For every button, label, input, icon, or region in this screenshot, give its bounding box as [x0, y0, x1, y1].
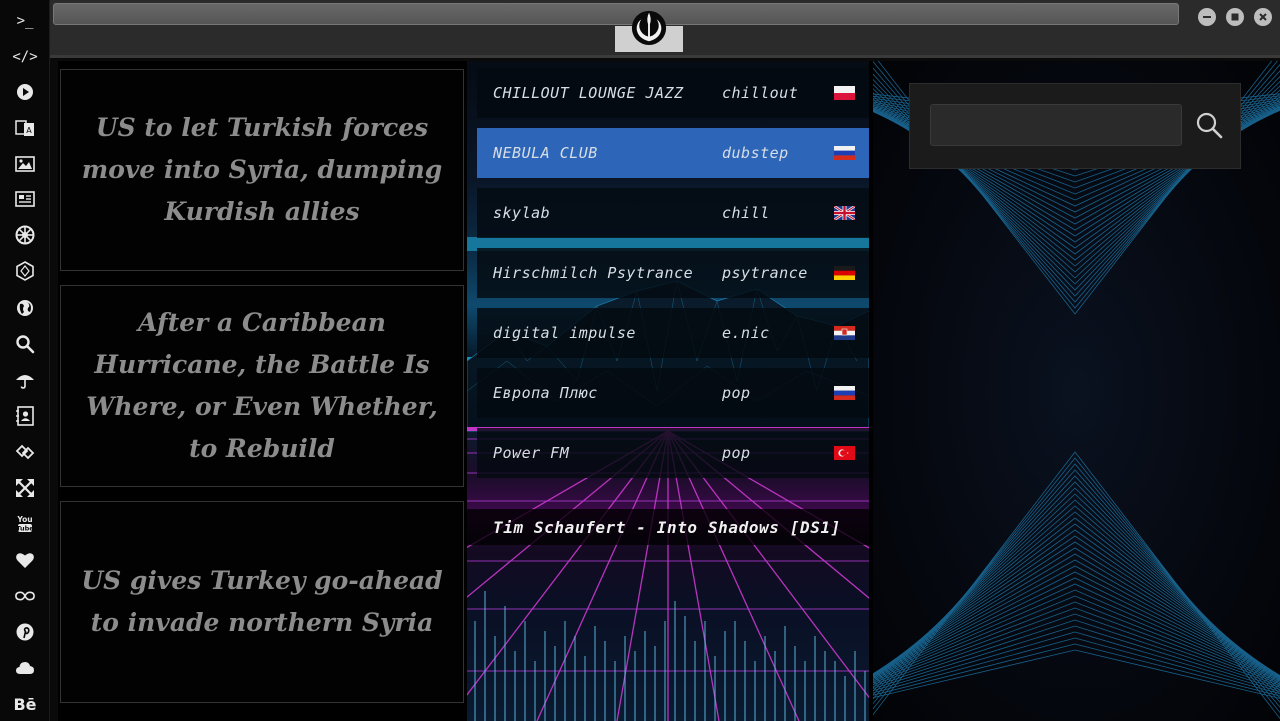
terminal-icon[interactable]: >_ — [0, 6, 50, 36]
minimize-icon[interactable] — [1198, 8, 1216, 26]
station-name: digital impulse — [493, 324, 636, 342]
close-icon[interactable] — [1254, 8, 1272, 26]
image-icon[interactable] — [0, 149, 50, 179]
search-box — [909, 83, 1241, 169]
main-area: US to let Turkish forces move into Syria… — [58, 61, 1280, 721]
right-panel — [873, 61, 1280, 721]
infinity-icon[interactable] — [0, 581, 50, 611]
station-genre: chillout — [722, 84, 799, 102]
globe-icon[interactable] — [0, 293, 50, 323]
station-name: Power FM — [493, 444, 570, 462]
contacts-icon[interactable] — [0, 401, 50, 431]
play-icon[interactable] — [0, 77, 50, 107]
now-playing-title: Tim Schaufert - Into Shadows [DS1] — [493, 517, 841, 537]
germany-flag — [834, 266, 855, 280]
uk-flag — [834, 206, 855, 220]
expand-icon[interactable] — [0, 473, 50, 503]
station-genre: dubstep — [722, 144, 789, 162]
svg-text:You: You — [16, 515, 32, 524]
sidebar: >_ </> A You Tube Bē — [0, 0, 50, 721]
newspaper-icon[interactable] — [0, 184, 50, 214]
hexagon-icon[interactable] — [0, 256, 50, 286]
turkey-flag — [834, 446, 855, 460]
station-row[interactable]: Европа Плюс pop — [477, 368, 869, 418]
maximize-icon[interactable] — [1226, 8, 1244, 26]
station-name: CHILLOUT LOUNGE JAZZ — [493, 84, 684, 102]
station-genre: chill — [722, 204, 770, 222]
youtube-icon[interactable]: You Tube — [0, 509, 50, 539]
empire-icon[interactable] — [0, 220, 50, 250]
station-genre: pop — [722, 444, 751, 462]
radio-panel: CHILLOUT LOUNGE JAZZ chillout NEBULA CLU… — [467, 61, 869, 721]
translate-icon[interactable]: A — [0, 113, 50, 143]
pinterest-icon[interactable] — [0, 617, 50, 647]
address-bar[interactable] — [53, 3, 1179, 25]
rebel-alliance-icon — [631, 10, 667, 46]
now-playing: Tim Schaufert - Into Shadows [DS1] — [467, 509, 869, 545]
poland-flag — [834, 86, 855, 100]
station-genre: e.nic — [722, 324, 770, 342]
news-card[interactable]: US to let Turkish forces move into Syria… — [60, 69, 464, 271]
station-row[interactable]: NEBULA CLUB dubstep — [477, 128, 869, 178]
cloud-icon[interactable] — [0, 653, 50, 683]
station-name: Европа Плюс — [493, 384, 598, 402]
news-card[interactable]: After a Caribbean Hurricane, the Battle … — [60, 285, 464, 487]
station-row[interactable]: Power FM pop — [477, 428, 869, 478]
croatia-flag — [834, 326, 855, 340]
behance-icon[interactable]: Bē — [0, 689, 50, 719]
station-name: NEBULA CLUB — [493, 144, 598, 162]
station-genre: psytrance — [722, 264, 808, 282]
station-row[interactable]: digital impulse e.nic — [477, 308, 869, 358]
news-title: US to let Turkish forces move into Syria… — [81, 113, 443, 226]
search-icon[interactable] — [0, 329, 50, 359]
news-title: US gives Turkey go-ahead to invade north… — [81, 566, 443, 637]
russia-flag — [834, 146, 855, 160]
svg-text:A: A — [26, 126, 32, 135]
news-card[interactable]: US gives Turkey go-ahead to invade north… — [60, 501, 464, 703]
station-name: Hirschmilch Psytrance — [493, 264, 694, 282]
links-icon[interactable] — [0, 437, 50, 467]
umbrella-icon[interactable] — [0, 365, 50, 395]
search-input[interactable] — [930, 104, 1182, 146]
top-bar — [50, 0, 1280, 58]
russia-flag — [834, 386, 855, 400]
news-panel: US to let Turkish forces move into Syria… — [58, 61, 466, 721]
svg-text:Tube: Tube — [16, 525, 34, 533]
news-title: After a Caribbean Hurricane, the Battle … — [86, 308, 438, 463]
station-genre: pop — [722, 384, 751, 402]
code-icon[interactable]: </> — [0, 42, 50, 72]
heart-icon[interactable] — [0, 545, 50, 575]
station-row[interactable]: CHILLOUT LOUNGE JAZZ chillout — [477, 68, 869, 118]
station-row[interactable]: Hirschmilch Psytrance psytrance — [477, 248, 869, 298]
search-icon[interactable] — [1192, 108, 1226, 142]
station-name: skylab — [493, 204, 551, 222]
station-row[interactable]: skylab chill — [477, 188, 869, 238]
